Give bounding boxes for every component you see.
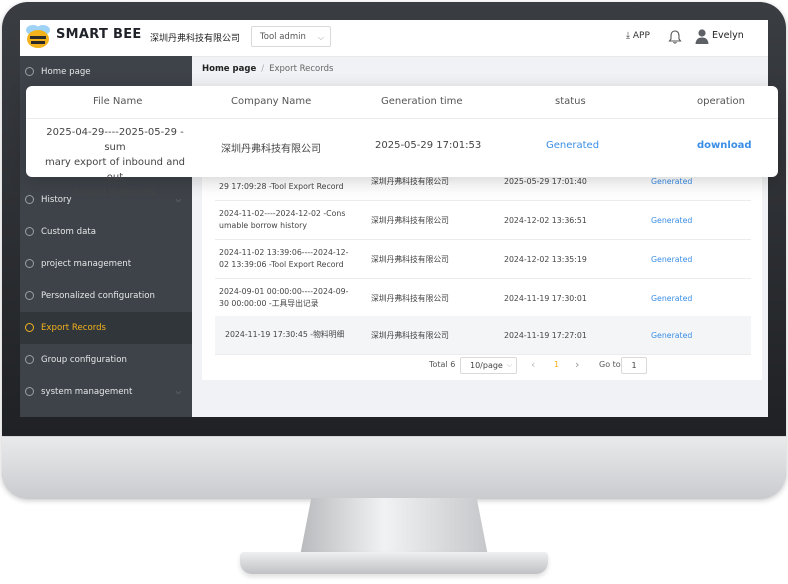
tool-admin-select[interactable]: Tool admin ⌵ <box>251 26 331 47</box>
sidebar-item-label: project management <box>41 259 132 269</box>
table-row: 2024-09-01 00:00:00----2024-09- 30 00:00:… <box>215 279 751 318</box>
status-cell: Generated <box>651 293 693 303</box>
breadcrumb-home[interactable]: Home page <box>202 64 256 74</box>
sidebar-item-label: Personalized configuration <box>41 291 155 301</box>
file-name-line: 02 13:39:06 -Tool Export Record <box>219 260 344 269</box>
app-label: APP <box>632 31 650 41</box>
chevron-down-icon: ⌵ <box>506 361 512 369</box>
download-link[interactable]: download <box>697 140 752 151</box>
sidebar-item-label: Home page <box>41 67 91 77</box>
system-icon <box>25 387 34 396</box>
sidebar-item-home-page[interactable]: Home page <box>20 56 192 88</box>
column-header-company-name: Company Name <box>231 96 312 107</box>
top-header: SMART BEE 深圳丹弗科技有限公司 Tool admin ⌵ ⤓ APP … <box>20 20 768 57</box>
prev-page-button[interactable]: ‹ <box>531 358 535 371</box>
popup-status: Generated <box>546 140 600 151</box>
file-name-cell: 2024-11-02----2024-12-02 -Cons umable bor… <box>219 201 359 239</box>
column-header-status: status <box>555 96 586 107</box>
time-cell: 2024-11-19 17:30:01 <box>504 293 587 303</box>
bell-icon[interactable] <box>668 29 682 45</box>
sidebar-item-export-records[interactable]: Export Records <box>20 312 192 344</box>
sidebar-item-label: system management <box>41 387 133 397</box>
popup-company-name: 深圳丹弗科技有限公司 <box>221 144 321 155</box>
monitor-chin <box>2 436 786 499</box>
highlighted-record-popup: File Name Company Name Generation time s… <box>26 86 778 198</box>
screen: SMART BEE 深圳丹弗科技有限公司 Tool admin ⌵ ⤓ APP … <box>20 20 768 417</box>
breadcrumb: Home page / Export Records <box>202 64 333 74</box>
file-name-line: 2025-04-29----2025-05-29 -sum <box>46 127 184 153</box>
popup-file-name: 2025-04-29----2025-05-29 -sum mary expor… <box>40 125 190 200</box>
sidebar-item-custom-data[interactable]: Custom data <box>20 216 192 248</box>
popup-table-row: 2025-04-29----2025-05-29 -sum mary expor… <box>26 119 778 198</box>
group-icon <box>25 355 34 364</box>
company-cell: 深圳丹弗科技有限公司 <box>371 293 449 303</box>
brand-name: SMART BEE <box>56 27 142 42</box>
tool-select-value: Tool admin <box>260 32 306 42</box>
time-cell: 2024-11-19 17:27:01 <box>504 330 587 340</box>
file-name-line: 2024-11-19 17:30:45 -物料明细 <box>225 330 345 339</box>
column-header-generation-time: Generation time <box>381 96 463 107</box>
sidebar-item-label: Export Records <box>41 323 107 333</box>
monitor-stand-neck <box>300 498 488 556</box>
chevron-down-icon: ⌵ <box>175 388 181 396</box>
goto-label: Go to <box>599 360 621 369</box>
bee-logo-icon <box>26 25 50 48</box>
status-cell: Generated <box>651 254 693 264</box>
sidebar-item-label: Custom data <box>41 227 97 237</box>
table-row: 2024-11-02----2024-12-02 -Cons umable bor… <box>215 201 751 240</box>
file-name-cell: 2024-11-02 13:39:06----2024-12- 02 13:39:… <box>219 240 359 278</box>
app-download-link[interactable]: ⤓ APP <box>626 31 650 41</box>
breadcrumb-separator: / <box>261 64 265 74</box>
next-page-button[interactable]: › <box>575 358 579 371</box>
company-cell: 深圳丹弗科技有限公司 <box>371 254 449 264</box>
file-name-line: 2024-11-02 13:39:06----2024-12- <box>219 248 349 257</box>
user-avatar-icon[interactable] <box>695 28 709 44</box>
file-name-cell: 2024-09-01 00:00:00----2024-09- 30 00:00:… <box>219 279 359 317</box>
table-row: 2024-11-02 13:39:06----2024-12- 02 13:39:… <box>215 240 751 279</box>
file-name-cell: 2024-11-19 17:30:45 -物料明细 <box>219 316 359 354</box>
history-icon <box>25 195 34 204</box>
sidebar-item-group-configuration[interactable]: Group configuration <box>20 344 192 376</box>
column-header-operation: operation <box>697 96 746 107</box>
sidebar-item-project-management[interactable]: project management <box>20 248 192 280</box>
home-icon <box>25 67 34 76</box>
pagination: Total 6 10/page ⌵ ‹ 1 › Go to 1 <box>202 357 762 377</box>
file-name-line: 2024-09-01 00:00:00----2024-09- <box>219 287 349 296</box>
time-cell: 2024-12-02 13:36:51 <box>504 215 587 225</box>
popup-generation-time: 2025-05-29 17:01:53 <box>375 140 482 151</box>
file-name-line: 2024-11-02----2024-12-02 -Cons <box>219 209 346 218</box>
goto-page-input[interactable]: 1 <box>621 357 647 374</box>
page-size-select[interactable]: 10/page ⌵ <box>460 357 517 374</box>
pagination-total: Total 6 <box>429 360 456 369</box>
company-cell: 深圳丹弗科技有限公司 <box>371 215 449 225</box>
download-icon: ⤓ <box>626 31 630 41</box>
user-name[interactable]: Evelyn <box>712 30 744 41</box>
time-cell: 2024-12-02 13:35:19 <box>504 254 587 264</box>
file-name-line: umable borrow history <box>219 221 307 230</box>
file-name-line: 30 00:00:00 -工具导出记录 <box>219 299 319 308</box>
sidebar-item-system-management[interactable]: system management ⌵ <box>20 376 192 408</box>
project-icon <box>25 259 34 268</box>
file-name-line: mary export of inbound and out <box>44 157 186 183</box>
custom-data-icon <box>25 227 34 236</box>
export-icon <box>25 323 34 332</box>
monitor-stand-base <box>240 552 548 574</box>
company-cell: 深圳丹弗科技有限公司 <box>371 330 449 340</box>
breadcrumb-current: Export Records <box>269 64 334 74</box>
chevron-down-icon: ⌵ <box>317 33 324 42</box>
popup-table-header: File Name Company Name Generation time s… <box>26 86 778 119</box>
sidebar-item-personalized-configuration[interactable]: Personalized configuration <box>20 280 192 312</box>
file-name-line: bound materials <box>74 187 156 198</box>
sidebar-item-label: Group configuration <box>41 355 127 365</box>
column-header-file-name: File Name <box>93 96 143 107</box>
status-cell: Generated <box>651 330 693 340</box>
status-cell: Generated <box>651 215 693 225</box>
file-name-line: 29 17:09:28 -Tool Export Record <box>219 182 344 191</box>
page-size-value: 10/page <box>470 361 503 370</box>
table-row: 2024-11-19 17:30:45 -物料明细 深圳丹弗科技有限公司 202… <box>215 316 751 355</box>
settings-icon <box>25 291 34 300</box>
header-company-name: 深圳丹弗科技有限公司 <box>150 34 241 44</box>
current-page-number[interactable]: 1 <box>554 360 559 369</box>
